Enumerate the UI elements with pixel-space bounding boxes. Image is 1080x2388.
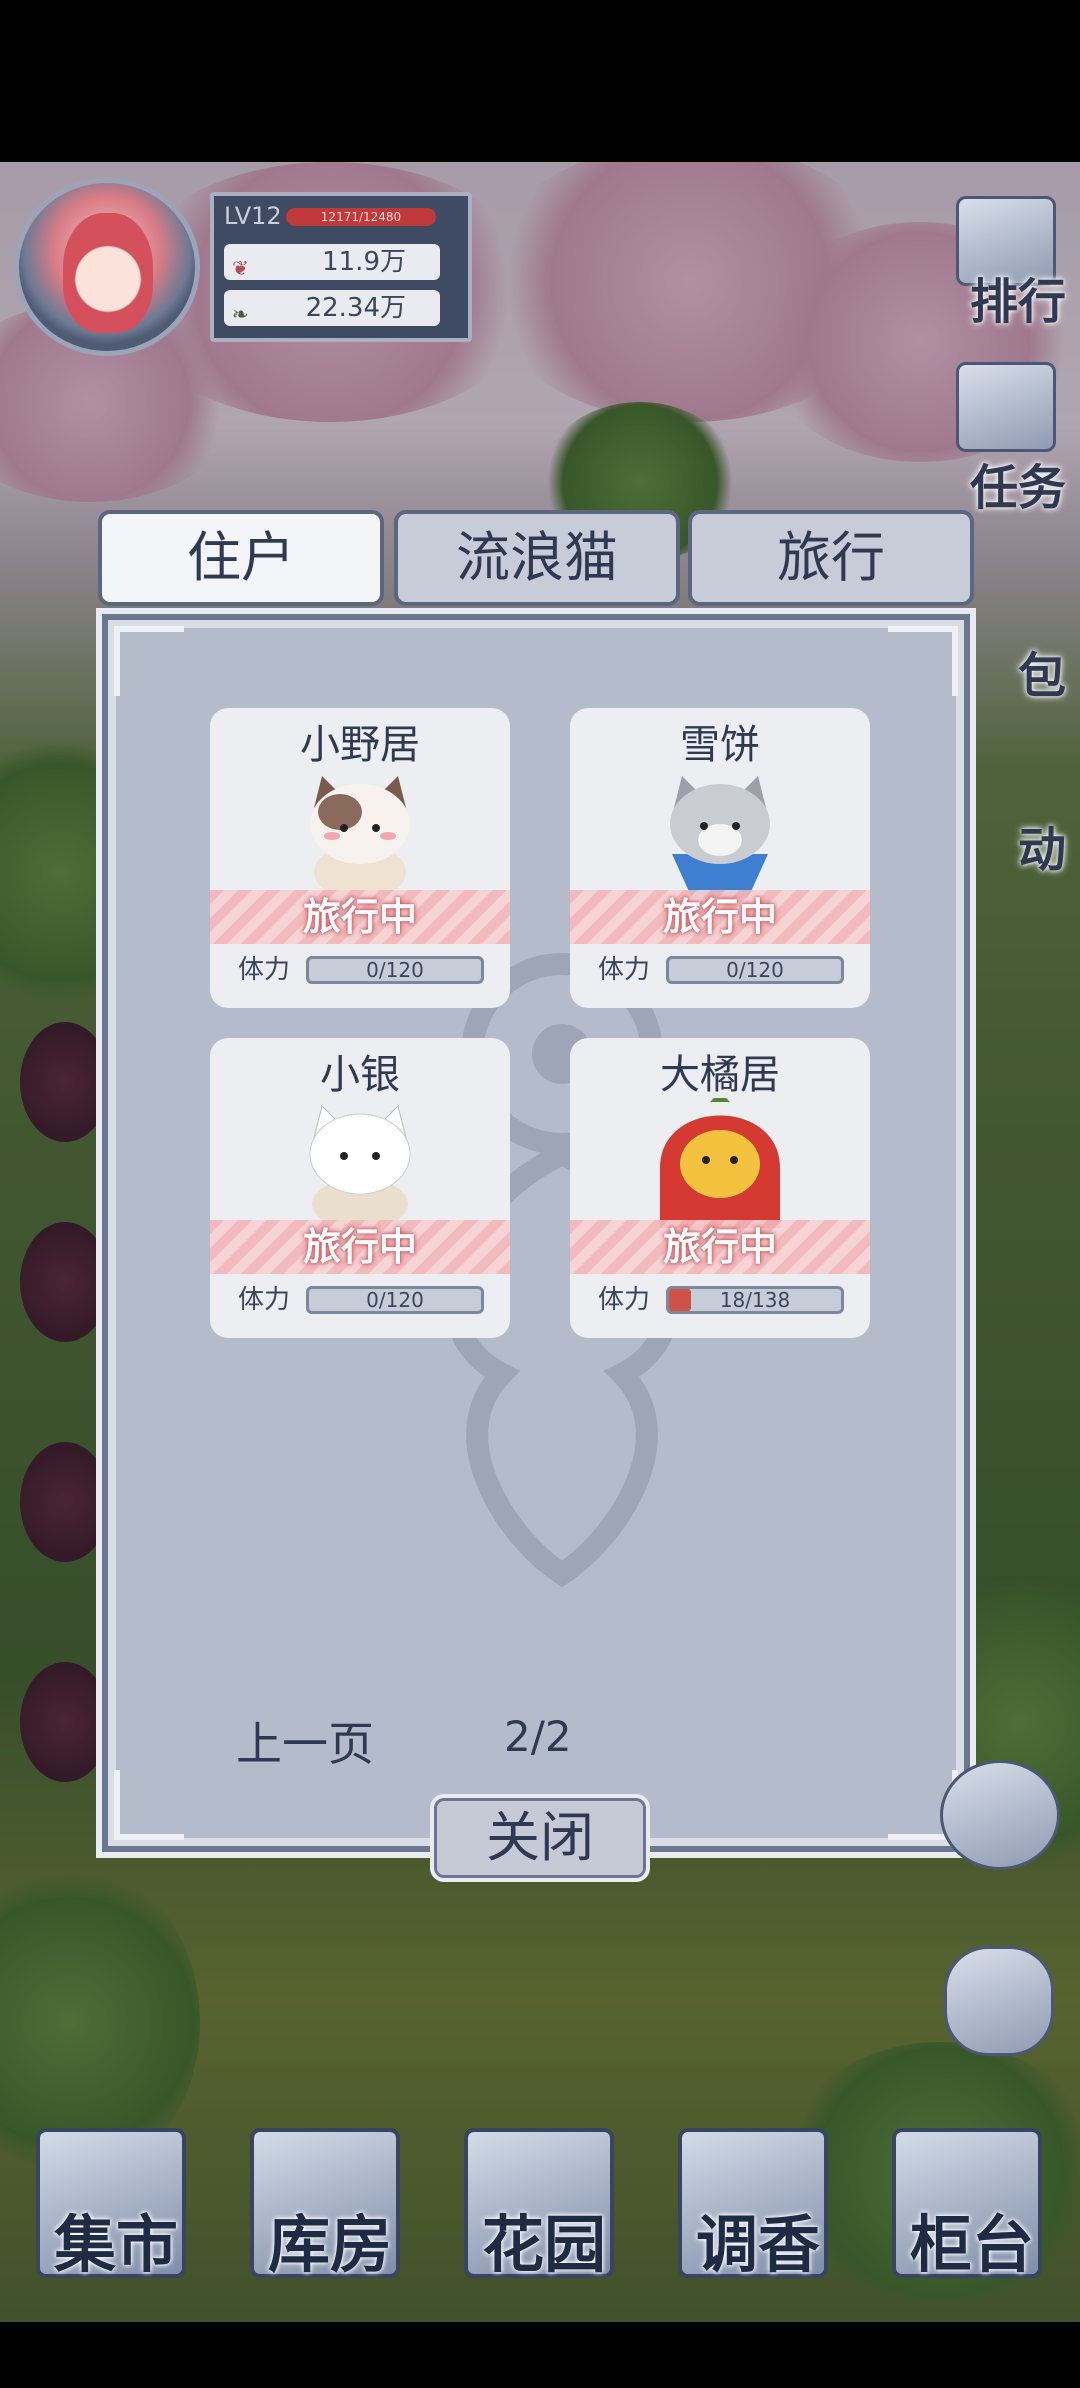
- player-card[interactable]: LV12 12171/12480 ❦ 11.9万 ❧ 22.34万: [14, 178, 472, 356]
- nav-market-label: 集市: [53, 2208, 178, 2281]
- status-text: 旅行中: [302, 895, 417, 939]
- traveling-banner: 旅行中: [570, 890, 870, 944]
- stamina-value: 0/120: [366, 958, 424, 982]
- cat-portrait: [660, 1098, 780, 1228]
- cat-card[interactable]: 小银 旅行中 体力 0/120: [210, 1038, 510, 1338]
- cat-portrait: [309, 1105, 411, 1228]
- leaf-amount: 22.34万: [305, 293, 406, 323]
- stamina-bar: 18/138: [666, 1286, 844, 1314]
- stamina-value: 0/120: [366, 1288, 424, 1312]
- player-stats-frame: LV12 12171/12480 ❦ 11.9万 ❧ 22.34万: [210, 192, 472, 342]
- traveling-banner: 旅行中: [570, 1220, 870, 1274]
- side-task-label[interactable]: 任务: [970, 448, 1066, 518]
- petal-icon: ❦: [232, 256, 249, 280]
- corner-ornament: [888, 626, 958, 696]
- traveling-banner: 旅行中: [210, 1220, 510, 1274]
- nav-perfume-label: 调香: [695, 2208, 820, 2281]
- nav-warehouse[interactable]: 库房: [250, 2128, 400, 2281]
- leaf-currency: ❧ 22.34万: [224, 290, 440, 326]
- corner-ornament: [114, 1770, 184, 1840]
- cat-name: 大橘居: [660, 1052, 780, 1098]
- tab-residents[interactable]: 住户: [98, 510, 384, 606]
- tab-stray-cats[interactable]: 流浪猫: [394, 510, 680, 606]
- cat-name: 雪饼: [680, 722, 760, 768]
- side-bag-label[interactable]: 包: [1018, 636, 1066, 706]
- navigation-bar-area: [0, 2322, 1080, 2388]
- stamina-label: 体力: [238, 955, 291, 985]
- cat-card[interactable]: 雪饼 旅行中 体力 0/120: [570, 708, 870, 1008]
- nav-counter[interactable]: 柜台: [892, 2128, 1042, 2281]
- side-event-label[interactable]: 动: [1018, 810, 1066, 880]
- petal-amount: 11.9万: [322, 247, 406, 277]
- xp-text: 12171/12480: [320, 210, 402, 224]
- traveling-banner: 旅行中: [210, 890, 510, 944]
- stamina-bar: 0/120: [306, 1286, 484, 1314]
- cat-name: 小野居: [300, 722, 420, 768]
- prev-page-button[interactable]: 上一页: [236, 1708, 374, 1774]
- lucky-bag-icon[interactable]: [944, 1946, 1054, 2056]
- stamina-bar: 0/120: [666, 956, 844, 984]
- task-clipboard-icon[interactable]: [956, 362, 1056, 452]
- avatar-portrait: [63, 213, 153, 333]
- stamina-label: 体力: [598, 1285, 651, 1315]
- close-button[interactable]: 关闭: [430, 1794, 650, 1882]
- tab-travel[interactable]: 旅行: [688, 510, 974, 606]
- stamina-bar: 0/120: [306, 956, 484, 984]
- status-bar-area: [0, 0, 1080, 162]
- petal-currency: ❦ 11.9万: [224, 244, 440, 280]
- nav-garden[interactable]: 花园: [464, 2128, 614, 2281]
- shovel-icon[interactable]: [940, 1760, 1060, 1870]
- cat-card[interactable]: 大橘居 旅行中 体力 18/138: [570, 1038, 870, 1338]
- stamina-value: 0/120: [726, 958, 784, 982]
- nav-warehouse-label: 库房: [267, 2208, 392, 2281]
- nav-counter-label: 柜台: [909, 2208, 1034, 2281]
- status-text: 旅行中: [662, 1225, 777, 1269]
- avatar[interactable]: [14, 178, 200, 356]
- stamina-value: 18/138: [719, 1288, 791, 1312]
- stamina-label: 体力: [598, 955, 651, 985]
- page-indicator: 2/2: [504, 1712, 572, 1761]
- corner-ornament: [114, 626, 184, 696]
- stamina-label: 体力: [238, 1285, 291, 1315]
- side-ranking-label[interactable]: 排行: [970, 262, 1066, 332]
- leaf-icon: ❧: [232, 302, 249, 326]
- nav-perfume[interactable]: 调香: [678, 2128, 828, 2281]
- cat-card[interactable]: 小野居 旅行中 体力 0/120: [210, 708, 510, 1008]
- level-label: LV12: [224, 202, 282, 230]
- nav-market[interactable]: 集市: [36, 2128, 186, 2281]
- xp-bar: 12171/12480: [286, 208, 436, 226]
- cat-name: 小银: [320, 1052, 400, 1098]
- nav-garden-label: 花园: [481, 2208, 606, 2281]
- cat-portrait: [310, 776, 410, 898]
- cat-portrait: [670, 776, 770, 898]
- status-text: 旅行中: [302, 1225, 417, 1269]
- status-text: 旅行中: [662, 895, 777, 939]
